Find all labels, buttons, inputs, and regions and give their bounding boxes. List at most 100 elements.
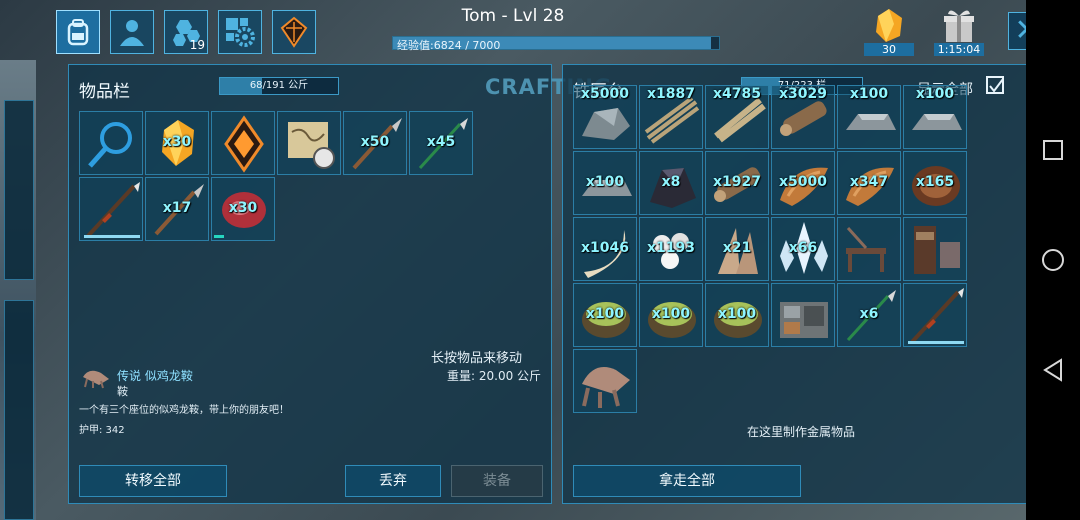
item-quantity: x1046 [581,240,629,256]
inventory-slot[interactable]: x4785 [705,85,769,149]
inventory-slot[interactable]: x100 [903,85,967,149]
smithy-panel: 铁匠台 71/223 栏 显示全部 x5000x1887x4785x3029x1… [562,64,1046,504]
durability-bar [84,235,140,238]
item-quantity: x100 [585,306,625,322]
xp-bar: 经验值:6824 / 7000 [392,36,720,52]
square-icon [1043,140,1063,160]
inventory-slot[interactable]: x1193 [639,217,703,281]
item-armor: 护甲: 342 [79,425,125,436]
inventory-slot[interactable]: x100 [573,283,637,347]
inventory-slot[interactable] [79,111,143,175]
inventory-slot[interactable]: x1887 [639,85,703,149]
item-quantity: x100 [915,86,955,102]
inventory-slot[interactable]: x1046 [573,217,637,281]
item-quantity: x66 [788,240,818,256]
item-weight: 重量: 20.00 公斤 [447,369,542,383]
item-quantity: x6 [859,306,879,322]
inventory-slot[interactable]: x6 [837,283,901,347]
item-quantity: x3029 [779,86,827,102]
weight-text: 68/191 公斤 [249,80,309,91]
item-quantity: x1927 [713,174,761,190]
item-quantity: x100 [849,86,889,102]
drop-button[interactable]: 丢弃 [345,465,441,497]
inventory-slot[interactable]: x30 [145,111,209,175]
inventory-slot[interactable]: x165 [903,151,967,215]
transfer-all-button[interactable]: 转移全部 [79,465,227,497]
inventory-slot[interactable] [277,111,341,175]
move-hint: 长按物品来移动 [431,351,523,366]
circle-icon [1042,249,1064,271]
item-quantity: x100 [717,306,757,322]
left-panel-edge-lower [4,300,34,520]
inventory-slot[interactable]: x100 [837,85,901,149]
inventory-slot[interactable]: x50 [343,111,407,175]
triangle-back-icon [1043,358,1062,382]
item-description: 一个有三个座位的似鸡龙鞍，带上你的朋友吧！ [79,405,289,416]
xp-text: 经验值:6824 / 7000 [397,39,501,52]
inventory-slot[interactable]: x5000 [573,85,637,149]
item-quantity: x8 [661,174,681,190]
resource-count: 30 [864,43,914,56]
inventory-slot[interactable]: x17 [145,177,209,241]
item-quantity: x100 [585,174,625,190]
inventory-slot[interactable] [211,111,275,175]
inventory-slot[interactable]: x66 [771,217,835,281]
resource-amber: 30 [864,6,914,56]
item-quantity: x45 [426,134,456,150]
item-quantity: x17 [162,200,192,216]
item-quantity: x165 [915,174,955,190]
item-quantity: x21 [722,240,752,256]
item-quantity: x1193 [647,240,695,256]
background-left-panel [0,60,36,520]
weight-indicator: 68/191 公斤 [219,77,339,95]
show-all-checkbox[interactable] [986,76,1004,94]
inventory-slot[interactable]: x8 [639,151,703,215]
item-quantity: x1887 [647,86,695,102]
durability-bar [908,341,964,344]
item-quantity: x30 [228,200,258,216]
equip-button[interactable]: 装备 [451,465,543,497]
item-type: 鞍 [117,385,128,398]
inventory-slot[interactable] [573,349,637,413]
inventory-slot[interactable]: x100 [705,283,769,347]
item-quantity: x347 [849,174,889,190]
item-quantity: x5000 [779,174,827,190]
engrams-count: 19 [189,38,205,52]
item-quantity: x50 [360,134,390,150]
gift-icon [944,10,974,42]
inventory-slot[interactable]: x100 [639,283,703,347]
inventory-slot[interactable]: x45 [409,111,473,175]
inventory-slot[interactable]: x100 [573,151,637,215]
inventory-slot[interactable]: x3029 [771,85,835,149]
inventory-slot[interactable] [837,217,901,281]
gift-timer-text: 1:15:04 [934,43,984,56]
inventory-slot[interactable]: x21 [705,217,769,281]
inventory-title: 物品栏 [79,82,130,102]
inventory-slot[interactable]: x347 [837,151,901,215]
inventory-slot[interactable]: x1927 [705,151,769,215]
inventory-slot[interactable] [79,177,143,241]
item-name: 传说 似鸡龙鞍 [117,369,193,383]
gift-timer[interactable]: 1:15:04 [934,6,984,56]
android-nav-bar [1026,0,1080,520]
item-quantity: x4785 [713,86,761,102]
inventory-slot[interactable] [903,283,967,347]
game-scene: 19 Tom - Lvl 28 经验值:6824 / 7000 30 1:15:… [0,0,1080,520]
inventory-panel: 物品栏 68/191 公斤 CRAFTING x30 x50 x45 x17 x30 长… [68,64,611,504]
spoil-timer-bar [214,235,224,238]
take-all-button[interactable]: 拿走全部 [573,465,801,497]
item-quantity: x30 [162,134,192,150]
item-quantity: x100 [651,306,691,322]
checkmark-icon [989,78,1004,93]
inventory-slot[interactable] [903,217,967,281]
home-button[interactable] [1041,248,1065,272]
recent-apps-button[interactable] [1041,138,1065,162]
inventory-slot[interactable]: x30 [211,177,275,241]
inventory-slot[interactable] [771,283,835,347]
back-button[interactable] [1041,358,1065,382]
item-quantity: x5000 [581,86,629,102]
inventory-slot[interactable]: x5000 [771,151,835,215]
saddle-thumbnail [79,365,113,389]
amber-icon [876,9,902,42]
left-panel-edge [4,100,34,280]
